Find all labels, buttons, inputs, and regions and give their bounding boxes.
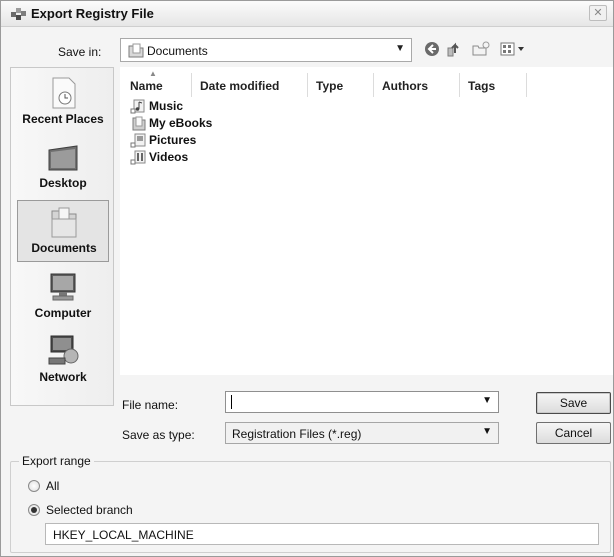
recent-places-icon xyxy=(45,76,81,110)
save-button[interactable]: Save xyxy=(536,392,611,414)
selected-branch-radio[interactable] xyxy=(28,504,40,516)
back-icon xyxy=(424,42,440,60)
column-divider[interactable] xyxy=(307,73,308,97)
close-button[interactable]: ✕ xyxy=(589,5,607,21)
save-in-value: Documents xyxy=(147,44,208,58)
cancel-button[interactable]: Cancel xyxy=(536,422,611,444)
export-all-radio[interactable] xyxy=(28,480,40,492)
list-item[interactable]: Music xyxy=(130,98,250,115)
file-name: Music xyxy=(149,99,184,113)
file-name: Pictures xyxy=(149,133,197,147)
documents-folder-icon xyxy=(128,43,144,61)
column-divider[interactable] xyxy=(459,73,460,97)
place-label: Recent Places xyxy=(22,112,104,126)
chevron-down-icon: ▼ xyxy=(395,43,405,54)
new-folder-icon xyxy=(472,41,490,60)
column-header-authors[interactable]: Authors xyxy=(382,79,428,93)
list-item[interactable]: Videos xyxy=(130,149,250,166)
window-title: Export Registry File xyxy=(31,6,154,21)
views-menu-button[interactable] xyxy=(499,39,529,59)
text-caret xyxy=(231,395,232,409)
place-documents[interactable]: Documents xyxy=(17,200,109,262)
file-name: Videos xyxy=(149,150,189,164)
title-bar[interactable]: Export Registry File ✕ xyxy=(1,1,613,27)
place-label: Computer xyxy=(34,306,92,320)
file-name-label: File name: xyxy=(122,398,179,412)
place-label: Desktop xyxy=(39,176,87,190)
list-item[interactable]: My eBooks xyxy=(130,115,250,132)
column-divider[interactable] xyxy=(526,73,527,97)
place-label: Documents xyxy=(31,241,97,255)
export-range-title: Export range xyxy=(19,454,94,468)
sort-ascending-icon: ▲ xyxy=(149,69,157,78)
place-desktop[interactable]: Desktop xyxy=(17,136,109,198)
column-divider[interactable] xyxy=(191,73,192,97)
pictures-folder-icon xyxy=(130,133,148,148)
chevron-down-icon: ▼ xyxy=(482,426,492,437)
network-icon xyxy=(45,334,81,368)
column-header-date-modified[interactable]: Date modified xyxy=(200,79,279,93)
folder-icon xyxy=(130,116,148,131)
column-divider[interactable] xyxy=(373,73,374,97)
documents-icon xyxy=(46,205,82,239)
column-header-type[interactable]: Type xyxy=(316,79,343,93)
chevron-down-icon[interactable]: ▼ xyxy=(482,395,492,406)
save-in-dropdown[interactable]: Documents ▼ xyxy=(120,38,412,62)
new-folder-button[interactable] xyxy=(471,39,491,59)
place-computer[interactable]: Computer xyxy=(17,266,109,328)
file-name-input[interactable]: ▼ xyxy=(225,391,499,413)
save-in-label: Save in: xyxy=(58,45,102,59)
up-folder-icon xyxy=(446,42,462,60)
export-all-label[interactable]: All xyxy=(46,479,59,493)
music-folder-icon xyxy=(130,99,148,114)
videos-folder-icon xyxy=(130,150,148,165)
save-as-type-dropdown[interactable]: Registration Files (*.reg) ▼ xyxy=(225,422,499,444)
views-menu-icon xyxy=(500,42,528,60)
places-bar: Recent Places Desktop Documents Computer… xyxy=(10,67,114,406)
back-button[interactable] xyxy=(423,39,441,59)
file-name: My eBooks xyxy=(149,116,213,130)
column-header-name[interactable]: Name xyxy=(130,79,163,93)
save-as-type-label: Save as type: xyxy=(122,428,195,442)
selected-branch-label[interactable]: Selected branch xyxy=(46,503,133,517)
desktop-icon xyxy=(45,140,81,174)
export-registry-dialog: Export Registry File ✕ Save in: Document… xyxy=(0,0,614,557)
selected-branch-input[interactable]: HKEY_LOCAL_MACHINE xyxy=(45,523,599,545)
place-label: Network xyxy=(39,370,87,384)
selected-branch-value: HKEY_LOCAL_MACHINE xyxy=(53,528,194,542)
list-item[interactable]: Pictures xyxy=(130,132,250,149)
place-network[interactable]: Network xyxy=(17,330,109,392)
save-as-type-value: Registration Files (*.reg) xyxy=(232,427,362,441)
up-folder-button[interactable] xyxy=(445,39,463,59)
place-recent-places[interactable]: Recent Places xyxy=(17,72,109,134)
computer-icon xyxy=(45,270,81,304)
column-header-tags[interactable]: Tags xyxy=(468,79,495,93)
registry-editor-icon xyxy=(10,6,28,22)
close-icon: ✕ xyxy=(593,7,603,19)
